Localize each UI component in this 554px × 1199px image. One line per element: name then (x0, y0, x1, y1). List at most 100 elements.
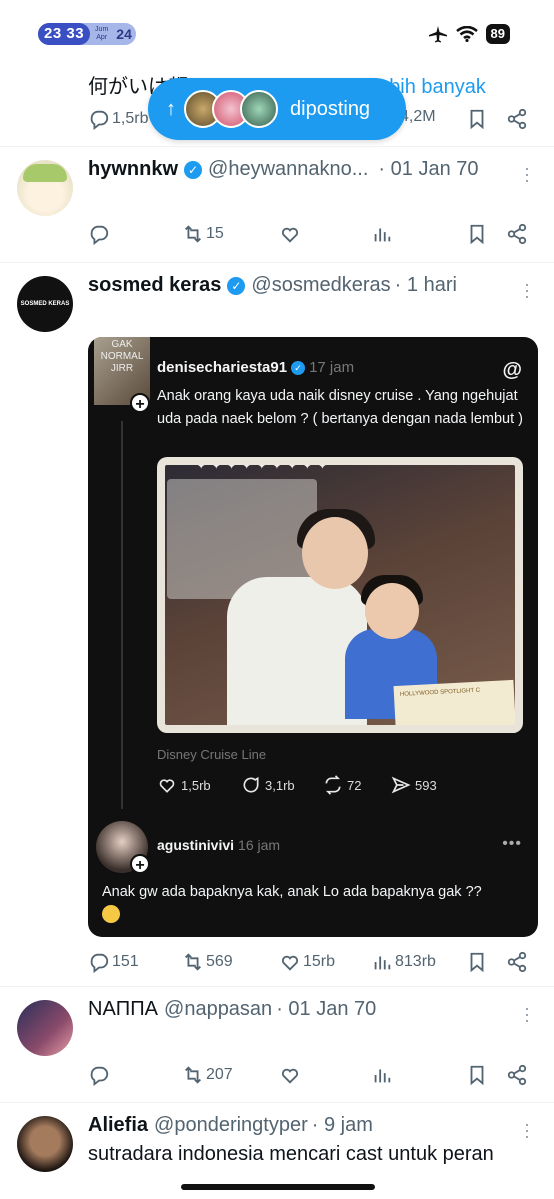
display-name[interactable]: sosmed keras (88, 274, 221, 297)
tweet-actions: 15 (88, 223, 530, 249)
views-button[interactable] (371, 223, 393, 245)
embedded-image[interactable]: GAK NORMAL JIRR + denisechariesta91 ✓ 17 j… (88, 337, 538, 937)
avatar[interactable]: SOSMED KERAS (17, 276, 73, 332)
tweet-text: sutradara indonesia mencari cast untuk p… (88, 1143, 494, 1165)
timestamp[interactable]: · 01 Jan 70 (276, 998, 376, 1021)
bookmark-icon (470, 109, 484, 130)
display-name[interactable]: Aliefia (88, 1114, 148, 1137)
embed-comment-count: 3,1rb (265, 777, 295, 793)
thread-line (121, 421, 123, 809)
reply-button[interactable]: 151 (88, 951, 139, 973)
embed-photo: ✦ ✦ ✦ ✦ ✦ ✦ ✦ ✦ ✦ HOLLYWOOD SPOTLIGHT C (157, 457, 523, 733)
heart-icon (281, 1068, 299, 1084)
retweet-icon (185, 953, 201, 971)
reply-icon (90, 110, 109, 130)
handle[interactable]: @heywannakno... (208, 158, 368, 181)
timestamp[interactable]: · 01 Jan 70 (378, 158, 478, 181)
embed-like-count: 1,5rb (181, 777, 211, 793)
date: 24 (116, 26, 132, 42)
more-options-icon[interactable]: · · · (524, 1115, 530, 1145)
retweet-button[interactable]: 569 (182, 951, 233, 973)
heart-icon (281, 955, 299, 971)
bookmark-icon (470, 952, 484, 973)
bookmark-icon (470, 1065, 484, 1086)
verified-badge-icon: ✓ (291, 361, 306, 375)
verified-badge-icon: ✓ (184, 160, 203, 179)
reply-count: 1,5rb (112, 110, 149, 127)
display-name[interactable]: ΝΑΠΠΑ (88, 998, 158, 1021)
embed-reposts: 72 (323, 775, 361, 795)
share-icon (507, 223, 527, 245)
like-button[interactable] (279, 223, 301, 245)
reply-count: 151 (112, 953, 139, 970)
repost-icon (325, 775, 341, 795)
reply-button[interactable] (88, 223, 110, 245)
tweet-header: Aliefia @ponderingtyper · 9 jam (88, 1114, 373, 1137)
bookmark-button[interactable] (466, 223, 488, 245)
views-button[interactable]: 813rb (371, 951, 436, 973)
new-posts-pill[interactable]: ↑ diposting (148, 78, 406, 140)
tweet-nappasan[interactable]: ΝΑΠΠΑ @nappasan · 01 Jan 70 · · · 207 (0, 987, 554, 1103)
share-button[interactable] (506, 223, 528, 245)
reply-icon (90, 225, 109, 245)
like-count: 15rb (303, 953, 336, 970)
avatar[interactable] (17, 160, 73, 216)
reply-icon (90, 953, 109, 973)
handle[interactable]: @ponderingtyper (154, 1114, 308, 1137)
tweet-hywnnkw[interactable]: hywnnkw ✓ @heywannakno... · 01 Jan 70 · ·… (0, 147, 554, 263)
embed-share-count: 593 (415, 777, 437, 793)
retweet-icon (185, 1066, 201, 1084)
display-name[interactable]: hywnnkw (88, 158, 178, 181)
view-count: 813rb (395, 953, 436, 970)
avatar[interactable] (17, 1116, 73, 1172)
wifi-icon (455, 26, 478, 42)
reply-icon (90, 1066, 109, 1086)
more-options-icon[interactable]: · · · (524, 159, 530, 189)
reply-button[interactable] (88, 1064, 110, 1086)
bookmark-button[interactable] (466, 108, 488, 130)
embed-caption: Disney Cruise Line (157, 747, 267, 762)
avatar (240, 90, 278, 128)
share-button[interactable] (506, 951, 528, 973)
more-options-icon[interactable]: · · · (524, 275, 530, 305)
verified-badge-icon: ✓ (227, 276, 246, 295)
timestamp[interactable]: · 1 hari (395, 274, 457, 297)
timestamp[interactable]: · 9 jam (312, 1114, 373, 1137)
retweet-count: 207 (206, 1066, 233, 1083)
share-icon (507, 1064, 527, 1086)
handle[interactable]: @sosmedkeras (251, 274, 390, 297)
month-name: Apr (96, 34, 108, 41)
reply-button[interactable]: 1,5rb (88, 108, 148, 130)
share-icon (507, 108, 527, 130)
views-button[interactable] (371, 1064, 393, 1086)
reply-username: agustinivivi 16 jam (157, 837, 280, 853)
avatar[interactable] (17, 1000, 73, 1056)
retweet-button[interactable]: 15 (182, 223, 224, 245)
share-button[interactable] (506, 1064, 528, 1086)
reply-username-text: agustinivivi (157, 837, 235, 853)
handle[interactable]: @nappasan (164, 998, 272, 1021)
retweet-icon (185, 225, 201, 243)
embed-likes: 1,5rb (157, 775, 211, 795)
airplane-icon (428, 26, 447, 43)
bookmark-button[interactable] (466, 1064, 488, 1086)
bookmark-button[interactable] (466, 951, 488, 973)
like-button[interactable] (279, 1064, 301, 1086)
tweet-actions: 151 569 15rb 813rb (88, 951, 530, 977)
embed-time: 17 jam (309, 359, 355, 376)
embed-text: Anak orang kaya uda naik disney cruise .… (157, 388, 523, 427)
home-indicator[interactable] (181, 1184, 375, 1190)
retweet-button[interactable]: 207 (182, 1064, 233, 1086)
heart-icon (281, 227, 299, 243)
embed-username: denisechariesta91 ✓ 17 jam (157, 359, 354, 376)
day-name: Jum (95, 26, 109, 33)
tweet-header: hywnnkw ✓ @heywannakno... · 01 Jan 70 (88, 158, 479, 181)
tweet-header: sosmed keras ✓ @sosmedkeras · 1 hari (88, 274, 457, 297)
like-button[interactable]: 15rb (279, 951, 335, 973)
embed-username-text: denisechariesta91 (157, 359, 288, 376)
comment-icon (243, 776, 259, 793)
battery-icon: 89 (485, 24, 510, 44)
arrow-up-icon: ↑ (166, 97, 176, 120)
share-button[interactable] (506, 108, 528, 130)
more-options-icon[interactable]: · · · (524, 999, 530, 1029)
